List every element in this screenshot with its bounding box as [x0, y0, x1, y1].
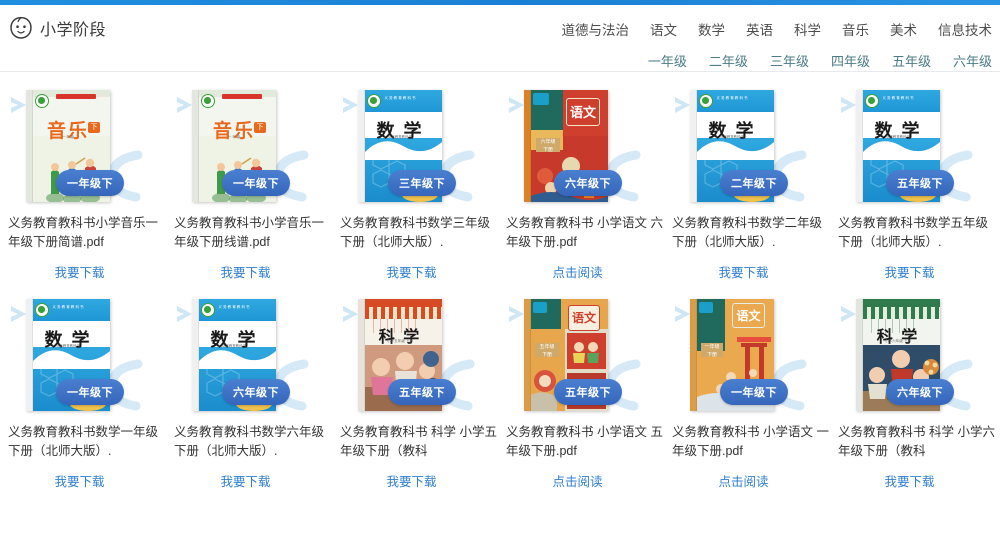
book-spine — [192, 299, 199, 411]
grade-badge: 二年级下 — [720, 170, 788, 196]
book-title: 义务教育教科书 小学语文 六年级下册.pdf — [506, 216, 663, 249]
book-card[interactable]: 科 学 小学五年级 下册 五年级下 义务教育教科书 科学 小学五年级下册（教科 … — [334, 295, 500, 500]
book-card[interactable]: 语文 一年级 下册 一年级下 义务教育教科书 小学语文 一年级下册.pdf 点击阅… — [666, 295, 832, 500]
eco-label-icon — [367, 94, 381, 108]
grade-nav: 一年级 二年级 三年级 四年级 五年级 六年级 — [648, 51, 992, 70]
nav-subject-kexue[interactable]: 科学 — [794, 19, 821, 39]
book-spine — [358, 299, 365, 411]
grade-badge: 一年级下 — [222, 170, 290, 196]
book-title: 义务教育教科书数学二年级下册（北师大版）. — [672, 216, 823, 249]
book-spine — [690, 90, 697, 202]
book-card[interactable]: 数 学 义务教育教科书 义 务 教 育 教 科 书 三年级下 义务教育教科书数学… — [334, 86, 500, 291]
book-title: 义务教育教科书 科学 小学六年级下册（教科 — [838, 425, 995, 458]
book-action-link[interactable]: 点击阅读 — [666, 471, 821, 490]
book-title: 义务教育教科书 小学语文 一年级下册.pdf — [672, 425, 829, 458]
book-card[interactable]: 语文 六年级 下册 六年级下 义务教育教科书 小学语文 六年级下册.pdf 点击阅… — [500, 86, 666, 291]
book-card[interactable]: 数 学 义务教育教科书 义 务 教 育 教 科 书 六年级下 义务教育教科书数学… — [168, 295, 334, 500]
nav-subject-shuxue[interactable]: 数学 — [698, 19, 725, 39]
nav-subject-yingyu[interactable]: 英语 — [746, 19, 773, 39]
book-spine — [26, 299, 33, 411]
grade-badge: 六年级下 — [554, 170, 622, 196]
eco-label-icon — [201, 94, 215, 108]
book-title: 义务教育教科书 小学语文 五年级下册.pdf — [506, 425, 663, 458]
book-card[interactable]: 数 学 义务教育教科书 义 务 教 育 教 科 书 一年级下 义务教育教科书数学… — [2, 295, 168, 500]
book-action-link[interactable]: 我要下载 — [168, 471, 323, 490]
nav-grade-1[interactable]: 一年级 — [648, 51, 687, 70]
nav-subject-yuwen[interactable]: 语文 — [650, 19, 677, 39]
book-spine — [690, 299, 697, 411]
nav-subject-xinxijishu[interactable]: 信息技术 — [938, 19, 992, 39]
site-header: 小学阶段 道德与法治 语文 数学 英语 科学 音乐 美术 信息技术 一年级 二年… — [0, 5, 1000, 72]
book-title: 义务教育教科书数学五年级下册（北师大版）. — [838, 216, 989, 249]
book-spine — [26, 90, 33, 202]
nav-subject-meishu[interactable]: 美术 — [890, 19, 917, 39]
subject-nav: 道德与法治 语文 数学 英语 科学 音乐 美术 信息技术 — [562, 19, 993, 39]
brand-logo-area[interactable]: 小学阶段 — [8, 15, 106, 41]
book-action-link[interactable]: 我要下载 — [832, 471, 987, 490]
grade-badge: 五年级下 — [388, 379, 456, 405]
child-face-icon — [10, 16, 32, 39]
eco-label-icon — [201, 303, 215, 317]
book-card[interactable]: 音乐 下 一 年 级 一年级下 义务教育教科书小学音乐一年级下册简谱.pdf 我… — [2, 86, 168, 291]
book-action-link[interactable]: 点击阅读 — [500, 471, 655, 490]
grade-badge: 六年级下 — [886, 379, 954, 405]
book-action-link[interactable]: 我要下载 — [334, 471, 489, 490]
book-card[interactable]: 数 学 义务教育教科书 义 务 教 育 教 科 书 五年级下 义务教育教科书数学… — [832, 86, 998, 291]
grade-badge: 五年级下 — [554, 379, 622, 405]
book-card[interactable]: 语文 五年级 下册 五年级下 义务教育教科书 小学语文 五年级下册.pdf 点击阅… — [500, 295, 666, 500]
nav-grade-2[interactable]: 二年级 — [709, 51, 748, 70]
book-card[interactable]: 科 学 小学六年级 下册 六年级下 义务教育教科书 科学 小学六年级下册（教科 … — [832, 295, 998, 500]
grade-badge: 三年级下 — [388, 170, 456, 196]
book-spine — [856, 299, 863, 411]
book-title: 义务教育教科书小学音乐一年级下册线谱.pdf — [174, 216, 325, 249]
book-card[interactable]: 音乐 下 一 年 级 一年级下 义务教育教科书小学音乐一年级下册线谱.pdf 我… — [168, 86, 334, 291]
book-card[interactable]: 数 学 义务教育教科书 义 务 教 育 教 科 书 二年级下 义务教育教科书数学… — [666, 86, 832, 291]
book-title: 义务教育教科书数学六年级下册（北师大版）. — [174, 425, 325, 458]
nav-subject-yinyue[interactable]: 音乐 — [842, 19, 869, 39]
grade-badge: 一年级下 — [56, 170, 124, 196]
nav-subject-daodefazhi[interactable]: 道德与法治 — [562, 19, 630, 39]
eco-label-icon — [865, 94, 879, 108]
book-spine — [358, 90, 365, 202]
book-action-link[interactable]: 我要下载 — [2, 471, 157, 490]
book-action-link[interactable]: 我要下载 — [666, 262, 821, 281]
book-grid: 音乐 下 一 年 级 一年级下 义务教育教科书小学音乐一年级下册简谱.pdf 我… — [2, 72, 1000, 500]
nav-grade-5[interactable]: 五年级 — [892, 51, 931, 70]
book-action-link[interactable]: 我要下载 — [334, 262, 489, 281]
grade-badge: 一年级下 — [56, 379, 124, 405]
book-action-link[interactable]: 我要下载 — [2, 262, 157, 281]
nav-grade-3[interactable]: 三年级 — [770, 51, 809, 70]
book-title: 义务教育教科书小学音乐一年级下册简谱.pdf — [8, 216, 159, 249]
book-spine — [524, 299, 531, 411]
nav-grade-6[interactable]: 六年级 — [953, 51, 992, 70]
book-spine — [192, 90, 199, 202]
book-action-link[interactable]: 点击阅读 — [500, 262, 655, 281]
grade-badge: 五年级下 — [886, 170, 954, 196]
book-spine — [856, 90, 863, 202]
book-action-link[interactable]: 我要下载 — [168, 262, 323, 281]
grade-badge: 一年级下 — [720, 379, 788, 405]
eco-label-icon — [35, 303, 49, 317]
book-action-link[interactable]: 我要下载 — [832, 262, 987, 281]
eco-label-icon — [35, 94, 49, 108]
eco-label-icon — [699, 94, 713, 108]
nav-grade-4[interactable]: 四年级 — [831, 51, 870, 70]
book-spine — [524, 90, 531, 202]
brand-name: 小学阶段 — [40, 22, 107, 39]
book-title: 义务教育教科书数学一年级下册（北师大版）. — [8, 425, 159, 458]
book-title: 义务教育教科书数学三年级下册（北师大版）. — [340, 216, 491, 249]
grade-badge: 六年级下 — [222, 379, 290, 405]
book-title: 义务教育教科书 科学 小学五年级下册（教科 — [340, 425, 497, 458]
